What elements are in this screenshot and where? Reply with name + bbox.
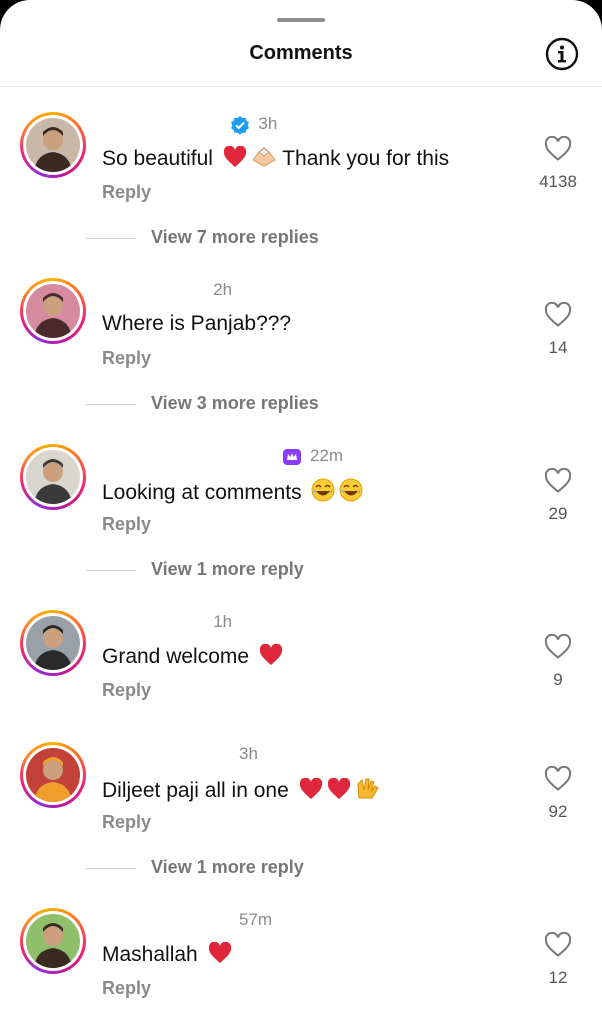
heart-emoji-icon <box>259 643 283 672</box>
avatar[interactable] <box>26 118 80 172</box>
timestamp: 22m <box>310 446 344 465</box>
verified-badge-icon <box>230 115 250 135</box>
thread-line <box>86 238 136 239</box>
view-more-replies-button[interactable]: View 1 more reply <box>0 856 602 880</box>
heart-icon[interactable] <box>544 467 572 494</box>
reply-button[interactable]: Reply <box>102 812 151 833</box>
heart-icon[interactable] <box>544 931 572 958</box>
reply-button[interactable]: Reply <box>102 978 151 999</box>
view-more-replies-label: View 1 more reply <box>151 559 304 579</box>
comment-item: 3h So beautiful Thank you for this Reply 41… <box>0 112 602 242</box>
info-icon[interactable] <box>545 37 579 71</box>
like-count: 92 <box>548 802 568 821</box>
timestamp: 3h <box>258 114 278 133</box>
comment-item: 3h Diljeet paji all in one Reply 92 <box>0 742 602 872</box>
comment-text: So beautiful Thank you for this <box>102 145 449 174</box>
comment-text: Where is Panjab??? <box>102 312 292 335</box>
comment-text: Looking at comments <box>102 478 363 508</box>
thread-line <box>86 570 136 571</box>
timestamp: 2h <box>213 280 233 299</box>
like-count: 12 <box>548 968 568 987</box>
thread-line <box>86 868 136 869</box>
avatar[interactable] <box>26 450 80 504</box>
drag-handle[interactable] <box>277 18 325 22</box>
thread-line <box>86 404 136 405</box>
clap-emoji-icon <box>355 776 381 806</box>
view-more-replies-button[interactable]: View 3 more replies <box>0 392 602 416</box>
view-more-replies-label: View 1 more reply <box>151 857 304 877</box>
reply-button[interactable]: Reply <box>102 348 151 369</box>
like-count: 9 <box>553 670 563 689</box>
heart-icon[interactable] <box>544 633 572 660</box>
comment-item: 57m Mashallah Reply 12 <box>0 908 602 1024</box>
comment-item: 1h Grand welcome Reply 9 <box>0 610 602 740</box>
comments-sheet: Comments 3h So beautiful Thank you for th… <box>0 0 602 1024</box>
reply-button[interactable]: Reply <box>102 182 151 203</box>
view-more-replies-button[interactable]: View 7 more replies <box>0 226 602 250</box>
view-more-replies-button[interactable]: View 1 more reply <box>0 558 602 582</box>
creator-badge-icon <box>282 447 302 467</box>
avatar[interactable] <box>26 284 80 338</box>
comment-item: 2h Where is Panjab??? Reply 14 <box>0 278 602 408</box>
header-divider <box>0 86 602 87</box>
laugh-emoji-icon <box>339 478 363 508</box>
like-count: 4138 <box>539 172 577 191</box>
heart-emoji-icon <box>299 777 323 806</box>
avatar[interactable] <box>26 748 80 802</box>
heart-icon[interactable] <box>544 765 572 792</box>
heart-emoji-icon <box>327 777 351 806</box>
comment-text: Mashallah <box>102 941 232 970</box>
timestamp: 1h <box>213 612 233 631</box>
heart-icon[interactable] <box>544 301 572 328</box>
reply-button[interactable]: Reply <box>102 680 151 701</box>
view-more-replies-label: View 7 more replies <box>151 227 319 247</box>
heart-icon[interactable] <box>544 135 572 162</box>
laugh-emoji-icon <box>311 478 335 508</box>
comment-item: 22m Looking at comments Reply 29 <box>0 444 602 574</box>
handshake-emoji-icon <box>251 146 277 174</box>
timestamp: 3h <box>239 744 258 763</box>
like-count: 14 <box>548 338 568 357</box>
avatar[interactable] <box>26 616 80 670</box>
timestamp: 57m <box>239 910 273 929</box>
reply-button[interactable]: Reply <box>102 514 151 535</box>
heart-emoji-icon <box>208 941 232 970</box>
view-more-replies-label: View 3 more replies <box>151 393 319 413</box>
like-count: 29 <box>548 504 568 523</box>
comment-text: Grand welcome <box>102 643 283 672</box>
avatar[interactable] <box>26 914 80 968</box>
heart-emoji-icon <box>223 145 247 174</box>
page-title: Comments <box>249 42 353 64</box>
comment-text: Diljeet paji all in one <box>102 776 381 806</box>
